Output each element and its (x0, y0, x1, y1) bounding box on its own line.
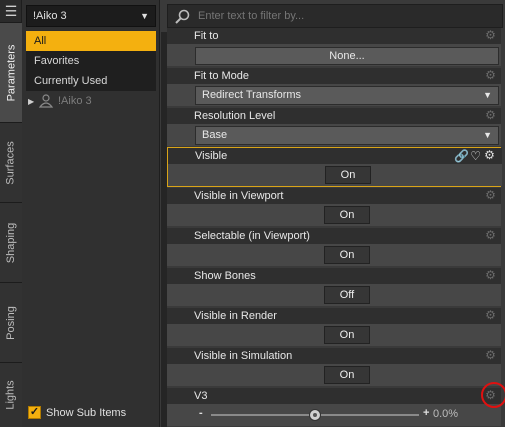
tab-shaping[interactable]: Shaping (0, 202, 22, 282)
link-favorite-icons[interactable]: 🔗♡ (454, 148, 482, 164)
gear-icon[interactable]: ⚙ (484, 309, 497, 322)
prop-fit-to-label: Fit to (167, 28, 501, 44)
tab-surfaces[interactable]: Surfaces (0, 122, 22, 202)
tab-posing[interactable]: Posing (0, 282, 22, 362)
gear-icon[interactable]: ⚙ (483, 149, 496, 162)
prop-visible-in-simulation-label: Visible in Simulation (167, 348, 501, 364)
prop-visible-in-render-label: Visible in Render (167, 308, 501, 324)
show-bones-toggle[interactable]: Off (324, 286, 370, 304)
selectable-toggle[interactable]: On (324, 246, 370, 264)
slider-knob[interactable] (309, 409, 321, 421)
show-sub-items-label: Show Sub Items (46, 406, 127, 419)
annotation-circle (481, 382, 505, 408)
prop-visible-in-simulation: Visible in Simulation ⚙ On (167, 348, 501, 386)
hamburger-icon[interactable]: ☰ (3, 3, 19, 19)
parameters-panel: Fit to ⚙ None... Fit to Mode ⚙ Redirect … (161, 0, 505, 427)
prop-visible: Visible 🔗♡ ⚙ On (167, 147, 502, 187)
visible-in-simulation-toggle[interactable]: On (324, 366, 370, 384)
slider-decrement[interactable]: - (199, 407, 203, 419)
prop-visible-in-render: Visible in Render ⚙ On (167, 308, 501, 346)
tab-lights-label: Lights (5, 380, 18, 410)
prop-fit-to-mode: Fit to Mode ⚙ Redirect Transforms ▼ (167, 68, 501, 106)
expand-arrow-icon[interactable]: ▶ (28, 97, 38, 106)
slider-increment[interactable]: + (423, 407, 429, 419)
figure-select-value: !Aiko 3 (33, 10, 67, 22)
prop-fit-to: Fit to ⚙ None... (167, 28, 501, 66)
prop-v3-label: V3 (167, 388, 501, 404)
tab-surfaces-label: Surfaces (5, 140, 18, 185)
tab-shaping-label: Shaping (5, 222, 17, 263)
gear-icon[interactable]: ⚙ (484, 349, 497, 362)
group-all[interactable]: All (26, 31, 156, 51)
fit-to-mode-value: Redirect Transforms (202, 89, 302, 101)
visible-in-render-toggle[interactable]: On (324, 326, 370, 344)
gear-icon[interactable]: ⚙ (484, 29, 497, 42)
resolution-level-select[interactable]: Base ▼ (195, 126, 499, 145)
tree-node-label: !Aiko 3 (58, 95, 92, 107)
prop-visible-in-viewport-label: Visible in Viewport (167, 188, 501, 204)
tab-parameters-label: Parameters (5, 44, 18, 101)
filter-input[interactable] (198, 7, 498, 25)
gear-icon[interactable]: ⚙ (484, 189, 497, 202)
prop-visible-label: Visible (168, 148, 502, 164)
show-sub-items-toggle[interactable]: ✓ Show Sub Items (28, 406, 126, 419)
fit-to-button[interactable]: None... (195, 47, 499, 65)
gear-icon[interactable]: ⚙ (484, 69, 497, 82)
tab-parameters[interactable]: Parameters (0, 22, 22, 122)
group-currently-used[interactable]: Currently Used (26, 71, 156, 91)
checkbox-checked-icon[interactable]: ✓ (28, 406, 41, 419)
gear-icon[interactable]: ⚙ (484, 269, 497, 282)
prop-v3: V3 ⚙ - + 0.0% (167, 388, 501, 426)
prop-fit-to-mode-label: Fit to Mode (167, 68, 501, 84)
visible-in-viewport-toggle[interactable]: On (324, 206, 370, 224)
chevron-down-icon: ▼ (483, 130, 492, 140)
prop-resolution-level: Resolution Level ⚙ Base ▼ (167, 108, 501, 146)
chevron-down-icon: ▼ (483, 90, 492, 100)
prop-visible-in-viewport: Visible in Viewport ⚙ On (167, 188, 501, 226)
vertical-tab-strip: ☰ Parameters Surfaces Shaping Posing Lig… (0, 0, 22, 427)
prop-show-bones-label: Show Bones (167, 268, 501, 284)
resolution-level-value: Base (202, 129, 228, 141)
prop-selectable-label: Selectable (in Viewport) (167, 228, 501, 244)
property-groups-panel: !Aiko 3 ▼ All Favorites Currently Used ▶… (22, 0, 160, 427)
prop-show-bones: Show Bones ⚙ Off (167, 268, 501, 306)
group-favorites[interactable]: Favorites (26, 51, 156, 71)
filter-bar (167, 4, 503, 28)
slider-value[interactable]: 0.0% (433, 408, 458, 420)
v3-slider[interactable]: - + 0.0% (167, 404, 501, 426)
gear-icon[interactable]: ⚙ (484, 109, 497, 122)
tab-lights[interactable]: Lights (0, 362, 22, 427)
chevron-down-icon: ▼ (140, 11, 149, 21)
fit-to-mode-select[interactable]: Redirect Transforms ▼ (195, 86, 499, 105)
tab-posing-label: Posing (5, 305, 18, 340)
search-icon (175, 9, 190, 24)
prop-selectable: Selectable (in Viewport) ⚙ On (167, 228, 501, 266)
tree-node-figure[interactable]: ▶ !Aiko 3 (26, 91, 156, 111)
visible-toggle[interactable]: On (325, 166, 371, 184)
figure-icon (38, 94, 54, 108)
prop-resolution-level-label: Resolution Level (167, 108, 501, 124)
figure-select[interactable]: !Aiko 3 ▼ (26, 5, 156, 27)
gear-icon[interactable]: ⚙ (484, 229, 497, 242)
